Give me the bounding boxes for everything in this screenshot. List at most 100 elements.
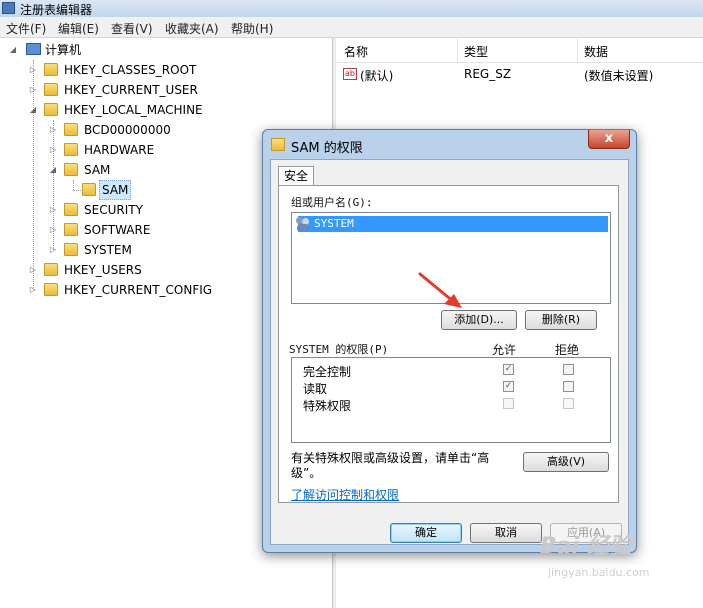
allow-checkbox xyxy=(503,398,514,409)
baidu-watermark: Bai 经验 jingyan.baidu.com xyxy=(540,528,700,598)
column-header-type[interactable]: 类型 xyxy=(464,43,488,60)
tree-item-hkcu[interactable]: ▷ HKEY_CURRENT_USER xyxy=(0,80,330,100)
column-header-data[interactable]: 数据 xyxy=(584,43,608,60)
user-name: SYSTEM xyxy=(314,217,354,230)
permissions-dialog: SAM 的权限 x 安全 组或用户名(G): SYSTEM 添加(D)... 删… xyxy=(262,129,637,553)
computer-icon xyxy=(26,43,41,55)
regedit-icon xyxy=(2,2,15,14)
collapse-arrow-icon[interactable]: ▷ xyxy=(48,140,58,160)
collapse-arrow-icon[interactable]: ▷ xyxy=(28,60,38,80)
group-user-label: 组或用户名(G): xyxy=(291,196,373,209)
allow-checkbox[interactable]: ✓ xyxy=(503,364,514,375)
permissions-list: 完全控制 ✓ 读取 ✓ 特殊权限 xyxy=(291,357,611,443)
watermark-main: Bai 经验 xyxy=(540,534,631,559)
menu-help[interactable]: 帮助(H) xyxy=(231,20,273,37)
advanced-hint: 有关特殊权限或高级设置，请单击“高级”。 xyxy=(291,451,490,480)
expand-arrow-icon[interactable]: ◢ xyxy=(28,100,38,120)
remove-button[interactable]: 删除(R) xyxy=(525,310,597,330)
tree-item-label: HARDWARE xyxy=(84,143,155,157)
tree-item-label: HKEY_CURRENT_CONFIG xyxy=(64,283,213,297)
string-value-icon: ab xyxy=(343,68,357,80)
permissions-label: SYSTEM 的权限(P) xyxy=(289,343,389,356)
dialog-body: 安全 组或用户名(G): SYSTEM 添加(D)... 删除(R) SYSTE… xyxy=(270,159,629,545)
dialog-title: SAM 的权限 xyxy=(291,141,363,156)
window-titlebar: 注册表编辑器 xyxy=(0,0,703,17)
column-separator[interactable] xyxy=(457,38,458,62)
folder-open-icon xyxy=(44,103,58,116)
expand-arrow-icon[interactable]: ◢ xyxy=(8,40,18,60)
value-data: (数值未设置) xyxy=(584,69,654,83)
permission-name: 读取 xyxy=(303,382,328,396)
collapse-arrow-icon[interactable]: ▷ xyxy=(48,120,58,140)
list-header: 名称 类型 数据 xyxy=(336,38,703,63)
folder-icon xyxy=(44,83,58,96)
tab-security[interactable]: 安全 xyxy=(278,166,314,186)
collapse-arrow-icon[interactable]: ▷ xyxy=(48,240,58,260)
tree-item-label: SYSTEM xyxy=(84,243,132,257)
list-item[interactable]: ab (默认) REG_SZ (数值未设置) xyxy=(336,64,703,84)
user-item-system[interactable]: SYSTEM xyxy=(296,216,608,232)
collapse-arrow-icon[interactable]: ▷ xyxy=(48,220,58,240)
menu-favorites[interactable]: 收藏夹(A) xyxy=(165,20,219,37)
column-separator[interactable] xyxy=(577,38,578,62)
allow-header: 允许 xyxy=(492,343,517,357)
cancel-button[interactable]: 取消 xyxy=(470,523,542,543)
security-tab-panel: 组或用户名(G): SYSTEM 添加(D)... 删除(R) SYSTEM 的… xyxy=(278,185,619,503)
tree-item-label: HKEY_USERS xyxy=(64,263,142,277)
menu-edit[interactable]: 编辑(E) xyxy=(58,20,99,37)
folder-icon xyxy=(44,283,58,296)
deny-checkbox[interactable] xyxy=(563,364,574,375)
tree-item-label: HKEY_CLASSES_ROOT xyxy=(64,63,197,77)
window-title: 注册表编辑器 xyxy=(20,3,93,17)
tree-item-hklm[interactable]: ◢ HKEY_LOCAL_MACHINE xyxy=(0,100,330,120)
tree-item-label: BCD00000000 xyxy=(84,123,171,137)
tree-item-label-selected: SAM xyxy=(99,180,132,200)
expand-arrow-icon[interactable]: ◢ xyxy=(48,160,58,180)
tree-item-label: HKEY_LOCAL_MACHINE xyxy=(64,103,203,117)
deny-checkbox xyxy=(563,398,574,409)
dialog-titlebar[interactable]: SAM 的权限 x xyxy=(263,130,636,158)
annotation-arrow-icon xyxy=(418,272,462,308)
menu-file[interactable]: 文件(F) xyxy=(6,20,46,37)
value-type: REG_SZ xyxy=(464,67,512,81)
tree-item-label: HKEY_CURRENT_USER xyxy=(64,83,198,97)
watermark-sub: jingyan.baidu.com xyxy=(548,566,650,579)
collapse-arrow-icon[interactable]: ▷ xyxy=(28,280,38,300)
close-button[interactable]: x xyxy=(588,130,630,149)
folder-icon xyxy=(64,203,78,216)
deny-header: 拒绝 xyxy=(555,343,580,357)
deny-checkbox[interactable] xyxy=(563,381,574,392)
users-icon xyxy=(296,217,310,230)
column-header-name[interactable]: 名称 xyxy=(344,43,368,60)
advanced-button[interactable]: 高级(V) xyxy=(523,452,609,472)
folder-icon xyxy=(64,223,78,236)
allow-checkbox[interactable]: ✓ xyxy=(503,381,514,392)
folder-open-icon xyxy=(64,163,78,176)
tree-item-label: SAM xyxy=(84,163,111,177)
add-button[interactable]: 添加(D)... xyxy=(441,310,517,330)
tree-item-label: 计算机 xyxy=(45,43,82,57)
permission-row: 完全控制 ✓ xyxy=(303,362,603,379)
menu-view[interactable]: 查看(V) xyxy=(111,20,153,37)
collapse-arrow-icon[interactable]: ▷ xyxy=(28,80,38,100)
learn-access-control-link[interactable]: 了解访问控制和权限 xyxy=(291,486,399,503)
folder-icon xyxy=(271,138,285,151)
collapse-arrow-icon[interactable]: ▷ xyxy=(28,260,38,280)
tree-item-label: SOFTWARE xyxy=(84,223,151,237)
tree-item-label: SECURITY xyxy=(84,203,143,217)
folder-icon xyxy=(82,183,96,196)
ok-button[interactable]: 确定 xyxy=(390,523,462,543)
collapse-arrow-icon[interactable]: ▷ xyxy=(48,200,58,220)
folder-icon xyxy=(64,243,78,256)
value-name: (默认) xyxy=(360,69,394,83)
folder-icon xyxy=(44,63,58,76)
permission-name: 完全控制 xyxy=(303,365,352,379)
permission-row: 特殊权限 xyxy=(303,396,603,413)
tree-item-hkcr[interactable]: ▷ HKEY_CLASSES_ROOT xyxy=(0,60,330,80)
folder-icon xyxy=(44,263,58,276)
tree-item-computer[interactable]: ◢ 计算机 xyxy=(0,40,330,60)
permission-row: 读取 ✓ xyxy=(303,379,603,396)
menu-bar: 文件(F) 编辑(E) 查看(V) 收藏夹(A) 帮助(H) xyxy=(0,17,703,38)
folder-icon xyxy=(64,143,78,156)
permission-name: 特殊权限 xyxy=(303,399,352,413)
